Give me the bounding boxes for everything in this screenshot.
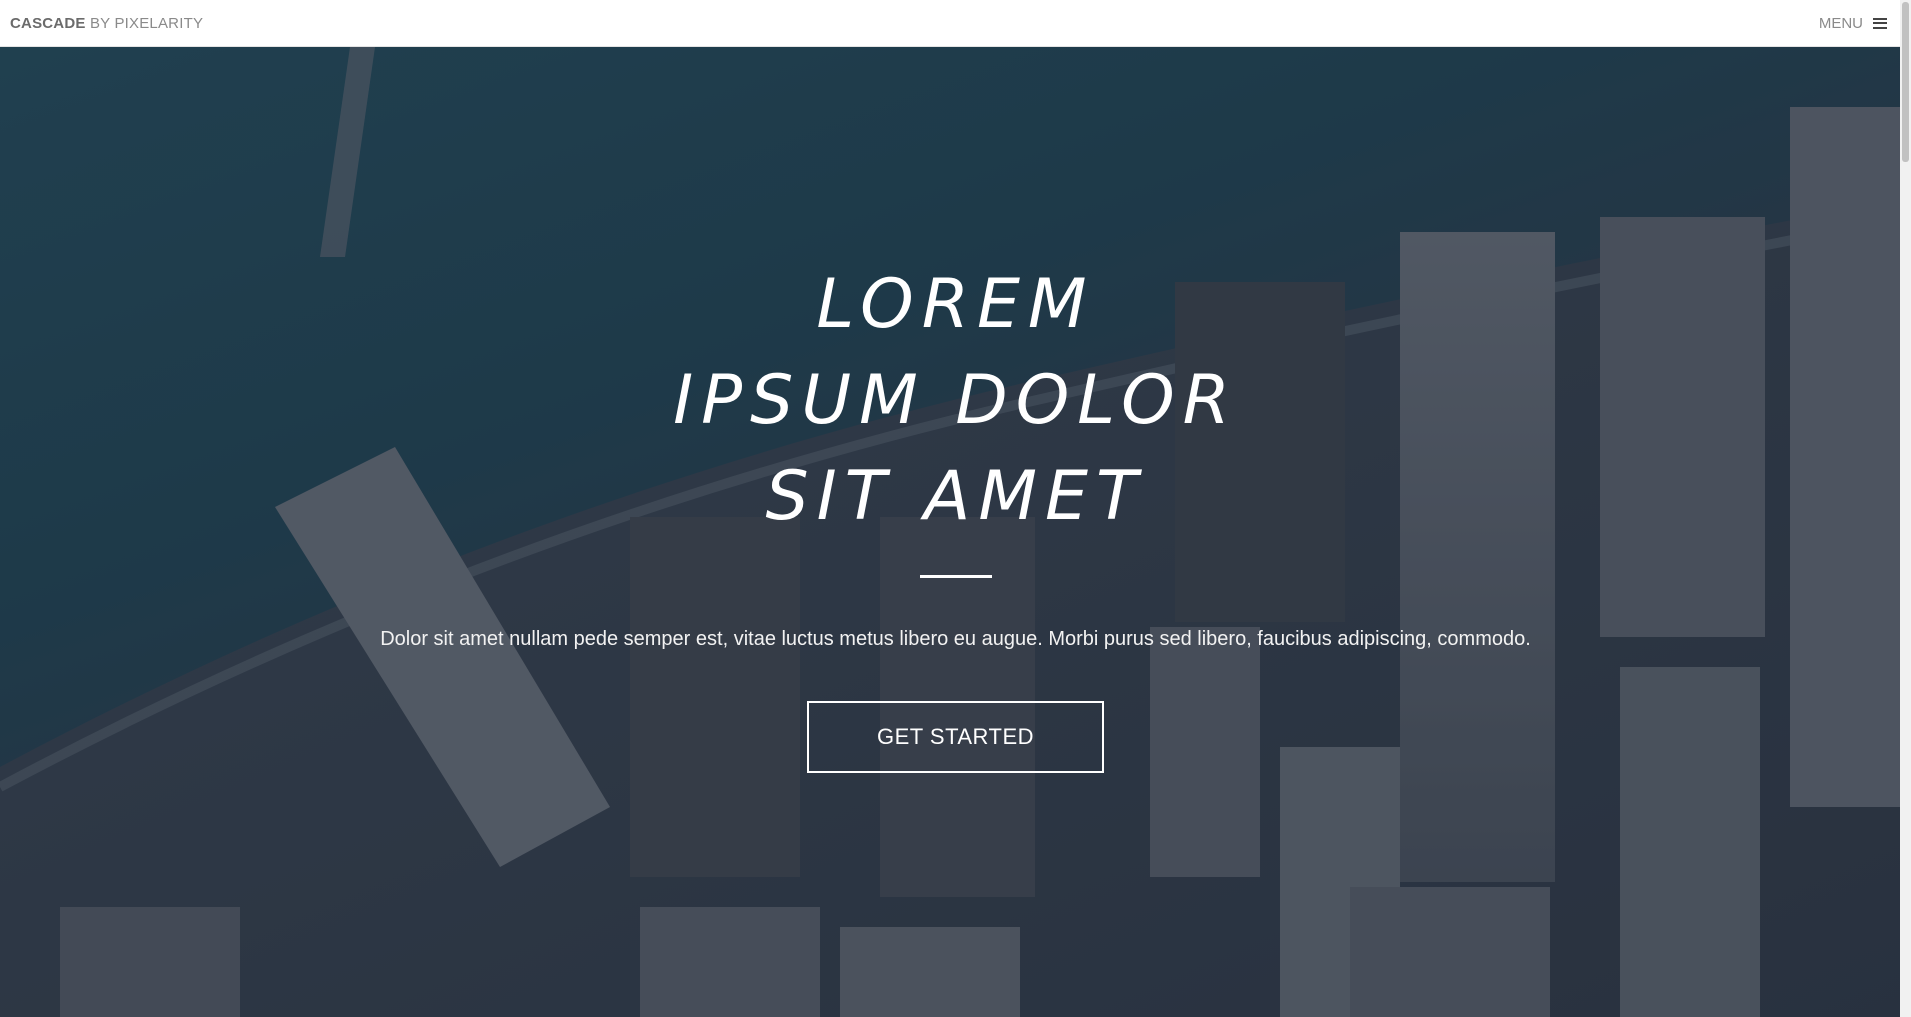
page: CASCADE BY PIXELARITY MENU LOREM IPSUM D…: [0, 0, 1911, 1017]
hero-divider: [919, 575, 992, 578]
hero-banner: LOREM IPSUM DOLOR SIT AMET Dolor sit ame…: [0, 47, 1911, 1017]
hero-content: LOREM IPSUM DOLOR SIT AMET Dolor sit ame…: [0, 47, 1911, 1017]
brand-logo-link[interactable]: CASCADE BY PIXELARITY: [10, 15, 203, 32]
menu-toggle-button[interactable]: MENU: [1819, 15, 1901, 32]
hamburger-icon: [1873, 17, 1887, 29]
scrollbar-thumb[interactable]: [1902, 2, 1909, 162]
hero-title: LOREM IPSUM DOLOR SIT AMET: [673, 257, 1238, 545]
brand-suffix: BY PIXELARITY: [85, 14, 204, 32]
hero-tagline: Dolor sit amet nullam pede semper est, v…: [380, 628, 1531, 650]
brand-name: CASCADE: [10, 14, 86, 32]
page-scrollbar[interactable]: [1900, 0, 1911, 1017]
hero-title-line-2: IPSUM DOLOR: [673, 361, 1238, 440]
get-started-button[interactable]: GET STARTED: [807, 701, 1104, 773]
top-navigation-bar: CASCADE BY PIXELARITY MENU: [0, 0, 1911, 47]
hero-title-line-3: SIT AMET: [765, 457, 1146, 536]
menu-label: MENU: [1818, 14, 1863, 32]
hero-title-line-1: LOREM: [816, 265, 1095, 344]
